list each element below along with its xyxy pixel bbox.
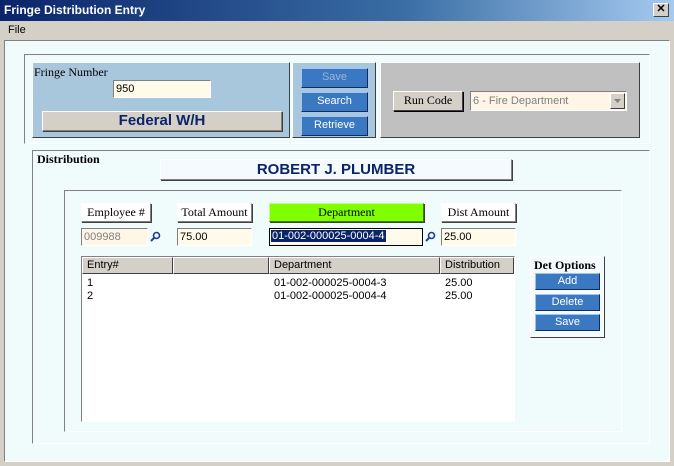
add-button[interactable]: Add xyxy=(535,273,600,290)
dist-amount-input[interactable]: 25.00 xyxy=(441,228,516,246)
column-header-entry[interactable]: Entry# xyxy=(82,257,173,274)
row-entry: 1 xyxy=(87,277,94,289)
fringe-number-input[interactable]: 950 xyxy=(113,80,211,98)
employee-name: ROBERT J. PLUMBER xyxy=(160,159,512,180)
row-department: 01-002-000025-0004-3 xyxy=(274,277,387,289)
menu-file[interactable]: File xyxy=(8,24,26,36)
chevron-down-icon xyxy=(614,99,621,103)
det-save-button[interactable]: Save xyxy=(535,314,600,331)
dropdown-arrow[interactable] xyxy=(610,93,625,109)
employee-input[interactable]: 009988 xyxy=(81,228,148,246)
window-title: Fringe Distribution Entry xyxy=(4,3,146,17)
department-input[interactable]: 01-002-000025-0004-4 xyxy=(269,228,423,246)
distribution-label: Distribution xyxy=(37,152,100,166)
total-amount-input[interactable]: 75.00 xyxy=(177,228,252,246)
department-header: Department xyxy=(269,203,424,222)
row-distribution: 25.00 xyxy=(445,277,473,289)
run-code-select[interactable]: 6 - Fire Department xyxy=(470,91,627,111)
retrieve-button[interactable]: Retrieve xyxy=(301,116,368,136)
total-amount-header: Total Amount xyxy=(177,203,252,222)
column-header-distribution[interactable]: Distribution xyxy=(440,257,514,274)
department-selected-text: 01-002-000025-0004-4 xyxy=(271,230,386,242)
employee-header: Employee # xyxy=(81,203,151,222)
department-search-icon[interactable] xyxy=(425,231,436,242)
window-title-bar: Fringe Distribution Entry xyxy=(0,0,674,21)
row-department: 01-002-000025-0004-4 xyxy=(274,290,387,302)
employee-search-icon[interactable] xyxy=(150,231,161,242)
row-distribution: 25.00 xyxy=(445,290,473,302)
run-code-value: 6 - Fire Department xyxy=(473,95,569,107)
column-header-department[interactable]: Department xyxy=(269,257,440,274)
search-button[interactable]: Search xyxy=(301,92,368,112)
close-icon[interactable]: ✕ xyxy=(653,3,669,17)
distribution-table[interactable]: Entry# Department Distribution 1 01-002-… xyxy=(81,256,515,422)
row-entry: 2 xyxy=(87,290,94,302)
fringe-number-label: Fringe Number xyxy=(34,65,108,79)
delete-button[interactable]: Delete xyxy=(535,294,600,311)
det-options-title: Det Options xyxy=(534,258,596,272)
save-button[interactable]: Save xyxy=(301,68,368,88)
fringe-name: Federal W/H xyxy=(42,111,282,131)
menu-bar xyxy=(0,21,674,40)
run-code-button[interactable]: Run Code xyxy=(393,91,463,111)
dist-amount-header: Dist Amount xyxy=(441,203,516,222)
column-header-blank[interactable] xyxy=(173,257,269,274)
